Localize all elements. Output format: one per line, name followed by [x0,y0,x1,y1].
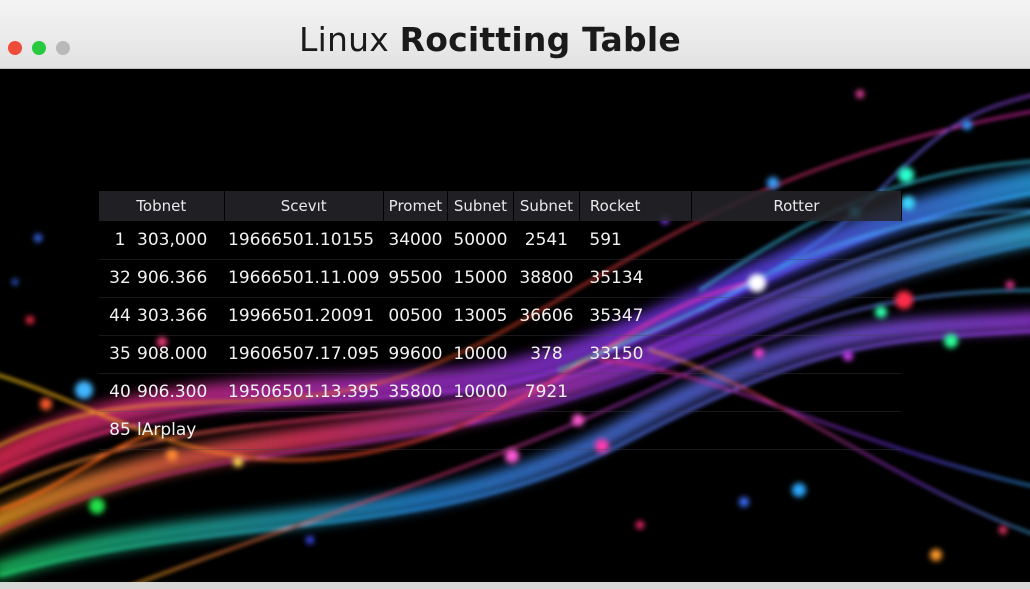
table-cell: 85 lArplay [99,411,224,450]
table-row[interactable]: 40 906.300 19506501.13.395 35800 10000 79… [99,373,902,412]
window-title-prefix: Linux [299,20,389,59]
table-cell: 591 [579,221,692,260]
table-cell: 19966501.20091 [224,297,384,336]
table-cell: 2541 [513,221,580,260]
table-cell [224,411,384,450]
row-index: 85 [109,420,131,440]
app-window: Linux Rocitting Table Tobnet Scevıt Prom… [0,0,1030,589]
table-row[interactable]: 35 908.000 19606507.17.095 99600 10000 37… [99,335,902,374]
table-row[interactable]: 44 303.366 19966501.20091 00500 13005 366… [99,297,902,336]
routing-table: Tobnet Scevıt Promet Subnet Subnet Rocke… [99,191,902,450]
table-cell [447,411,514,450]
column-header[interactable]: Subnet [447,191,514,221]
row-index: 40 [109,382,131,402]
row-address: 303,000 [137,229,208,250]
table-cell: 34000 [383,221,448,260]
window-title-bold: Rocitting Table [399,20,681,59]
table-cell: 1 303,000 [99,221,224,260]
table-cell: 35800 [383,373,448,412]
table-row[interactable]: 32 906.366 19666501.11.009 95500 15000 38… [99,259,902,298]
table-cell [691,259,902,298]
row-address: 906.366 [137,268,208,288]
row-index: 32 [109,268,131,288]
table-cell: 19506501.13.395 [224,373,384,412]
table-cell [691,221,902,260]
column-header[interactable]: Promet [383,191,448,221]
column-header[interactable]: Rotter [691,191,902,221]
table-cell: 95500 [383,259,448,298]
row-address: lArplay [137,420,197,440]
table-cell: 19666501.10155 [224,221,384,260]
row-address: 906.300 [137,382,208,402]
table-cell [579,373,692,412]
row-index: 35 [109,344,131,364]
table-cell: 35 908.000 [99,335,224,374]
table-cell [691,335,902,374]
column-header[interactable]: Subnet [513,191,580,221]
row-address: 303.366 [137,306,208,326]
table-cell: 35347 [579,297,692,336]
table-cell: 35134 [579,259,692,298]
table-row[interactable]: 85 lArplay [99,411,902,450]
column-header[interactable]: Tobnet [99,191,225,221]
title-bar[interactable]: Linux Rocitting Table [0,0,1030,69]
table-cell: 44 303.366 [99,297,224,336]
table-row[interactable]: 1 303,000 19666501.10155 34000 50000 2541… [99,221,902,260]
column-header[interactable]: Rocket [579,191,692,221]
table-cell: 10000 [447,335,514,374]
column-header[interactable]: Scevıt [224,191,384,221]
table-cell: 13005 [447,297,514,336]
table-cell [383,411,448,450]
table-cell: 19666501.11.009 [224,259,384,298]
row-index: 44 [109,306,131,326]
table-cell: 38800 [513,259,580,298]
row-address: 908.000 [137,344,208,364]
table-cell [513,411,580,450]
window-bottom-edge [0,582,1030,589]
table-cell: 19606507.17.095 [224,335,384,374]
row-index: 1 [114,229,126,250]
table-cell: 15000 [447,259,514,298]
table-cell: 40 906.300 [99,373,224,412]
table-cell: 99600 [383,335,448,374]
table-cell: 50000 [447,221,514,260]
table-cell [691,373,902,412]
table-cell [691,297,902,336]
table-cell: 10000 [447,373,514,412]
table-cell [691,411,902,450]
table-header-row: Tobnet Scevıt Promet Subnet Subnet Rocke… [99,191,902,221]
table-cell: 7921 [513,373,580,412]
table-cell: 378 [513,335,580,374]
table-cell: 32 906.366 [99,259,224,298]
table-cell [579,411,692,450]
table-cell: 33150 [579,335,692,374]
window-title: Linux Rocitting Table [0,20,980,59]
content-area: Tobnet Scevıt Promet Subnet Subnet Rocke… [0,70,1030,582]
table-cell: 00500 [383,297,448,336]
table-cell: 36606 [513,297,580,336]
